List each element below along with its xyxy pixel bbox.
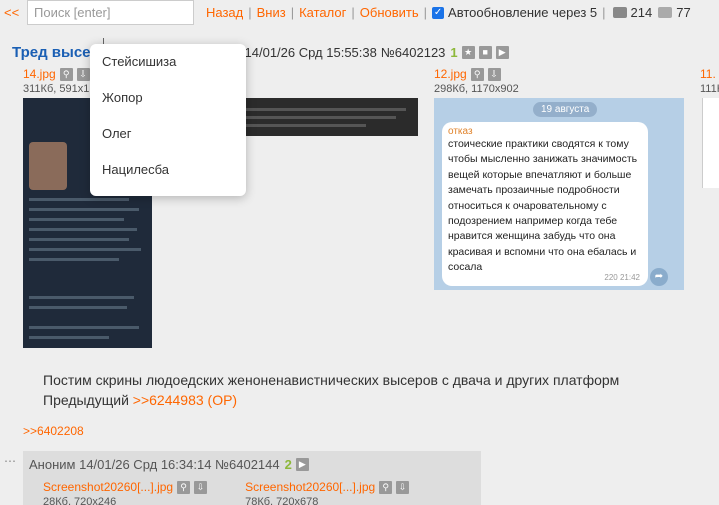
reply-datetime: 14/01/26 Срд 16:34:14 bbox=[79, 457, 212, 472]
thread-number[interactable]: №6402123 bbox=[381, 45, 446, 60]
image-thumbnail-3[interactable]: 19 августа отказ стоические практики сво… bbox=[434, 98, 684, 290]
suggestion-item[interactable]: Олег bbox=[90, 116, 246, 152]
file-meta: 111К bbox=[700, 83, 719, 95]
previous-thread-link[interactable]: >>6244983 (OP) bbox=[133, 392, 237, 408]
reply-count: 1 bbox=[450, 45, 458, 60]
message-date: 19 августа bbox=[533, 102, 598, 117]
file-meta: 298Кб, 1170x902 bbox=[434, 83, 519, 95]
back-arrows-link[interactable]: << bbox=[4, 5, 19, 20]
star-icon[interactable]: ★ bbox=[461, 46, 475, 59]
reply-author: Аноним bbox=[29, 457, 76, 472]
thread-title[interactable]: Тред высе bbox=[12, 44, 91, 61]
reply-post: Аноним 14/01/26 Срд 16:34:14 №6402144 2 … bbox=[23, 451, 481, 505]
post-body: Постим скрины людоедских женоненавистнич… bbox=[43, 370, 619, 410]
images-count: 77 bbox=[658, 5, 691, 20]
file-name-link[interactable]: 12.jpg bbox=[434, 67, 467, 81]
suggestion-item[interactable]: Нацилесба bbox=[90, 152, 246, 188]
file-info-3: 11. 111К bbox=[700, 67, 719, 95]
reply-file-2: Screenshot20260[...].jpg ⚲ ⇩ 78Кб, 720x678 bbox=[245, 480, 410, 505]
search-icon[interactable]: ⚲ bbox=[59, 67, 73, 81]
thread-datetime: 14/01/26 Срд 15:55:38 bbox=[244, 45, 377, 60]
message-bubble: отказ стоические практики сводятся к том… bbox=[442, 122, 648, 286]
play-icon[interactable]: ▶ bbox=[295, 458, 309, 471]
search-icon[interactable]: ⚲ bbox=[379, 480, 393, 494]
download-icon[interactable]: ⇩ bbox=[76, 67, 90, 81]
file-meta: 28Кб, 720x246 bbox=[43, 496, 117, 505]
message-time: 220 21:42 bbox=[604, 273, 640, 282]
search-icon[interactable]: ⚲ bbox=[470, 67, 484, 81]
file-meta: 78Кб, 720x678 bbox=[245, 496, 319, 505]
search-suggestions-dropdown: Стейсишиза Жопор Олег Нацилесба bbox=[90, 44, 246, 196]
post-line: Постим скрины людоедских женоненавистнич… bbox=[43, 372, 620, 388]
comment-icon bbox=[612, 7, 627, 18]
download-icon[interactable]: ⇩ bbox=[487, 67, 501, 81]
auto-update-checkbox[interactable]: ✓ bbox=[432, 6, 445, 19]
image-thumbnail-2[interactable] bbox=[240, 98, 418, 136]
post-menu-icon[interactable]: ⋯ bbox=[4, 454, 16, 468]
separator: | bbox=[423, 5, 428, 20]
top-navigation: Назад | Вниз | Каталог | Обновить | ✓ Ав… bbox=[206, 5, 691, 20]
search-icon[interactable]: ⚲ bbox=[177, 480, 191, 494]
reply-count: 2 bbox=[284, 457, 292, 472]
nav-down-link[interactable]: Вниз bbox=[257, 5, 286, 20]
play-icon[interactable]: ▶ bbox=[495, 46, 509, 59]
message-text: стоические практики сводятся к тому чтоб… bbox=[448, 138, 638, 274]
nav-catalog-link[interactable]: Каталог bbox=[299, 5, 346, 20]
file-info-1: 14.jpg ⚲ ⇩ 311Кб, 591x1 bbox=[23, 67, 90, 95]
reply-reference-link[interactable]: >>6402208 bbox=[23, 424, 84, 438]
search-input[interactable] bbox=[27, 0, 194, 25]
separator: | bbox=[351, 5, 355, 20]
file-name-link[interactable]: 14.jpg bbox=[23, 67, 56, 81]
reply-file-1: Screenshot20260[...].jpg ⚲ ⇩ 28Кб, 720x246 bbox=[43, 480, 208, 505]
file-name-link[interactable]: 11. bbox=[700, 67, 716, 81]
download-icon[interactable]: ⇩ bbox=[194, 480, 208, 494]
file-meta: 311Кб, 591x1 bbox=[23, 83, 90, 95]
separator: | bbox=[248, 5, 252, 20]
separator: | bbox=[290, 5, 295, 20]
posts-count: 214 bbox=[612, 5, 652, 20]
image-icon bbox=[658, 7, 673, 18]
nav-back-link[interactable]: Назад bbox=[206, 5, 243, 20]
avatar-photo bbox=[29, 142, 67, 190]
suggestion-item[interactable]: Стейсишиза bbox=[90, 44, 246, 80]
file-info-2: 12.jpg ⚲ ⇩ 298Кб, 1170x902 bbox=[434, 67, 519, 95]
share-icon: ➦ bbox=[650, 268, 668, 286]
expand-icon[interactable]: ■ bbox=[478, 46, 492, 59]
download-icon[interactable]: ⇩ bbox=[396, 480, 410, 494]
auto-update-label: Автообновление через 5 bbox=[448, 5, 598, 20]
file-name-link[interactable]: Screenshot20260[...].jpg bbox=[43, 480, 173, 494]
suggestion-item[interactable]: Жопор bbox=[90, 80, 246, 116]
message-sender: отказ bbox=[448, 126, 473, 137]
nav-refresh-link[interactable]: Обновить bbox=[360, 5, 419, 20]
separator: | bbox=[602, 5, 606, 20]
image-thumbnail-4[interactable] bbox=[702, 98, 719, 188]
file-name-link[interactable]: Screenshot20260[...].jpg bbox=[245, 480, 375, 494]
thread-header: Тред высе 14/01/26 Срд 15:55:38 №6402123… bbox=[12, 44, 509, 61]
post-line: Предыдущий >>6244983 (OP) bbox=[43, 392, 238, 408]
reply-files: Screenshot20260[...].jpg ⚲ ⇩ 28Кб, 720x246… bbox=[43, 480, 410, 505]
reply-header: Аноним 14/01/26 Срд 16:34:14 №6402144 2 … bbox=[29, 457, 309, 472]
reply-number[interactable]: №6402144 bbox=[215, 457, 280, 472]
